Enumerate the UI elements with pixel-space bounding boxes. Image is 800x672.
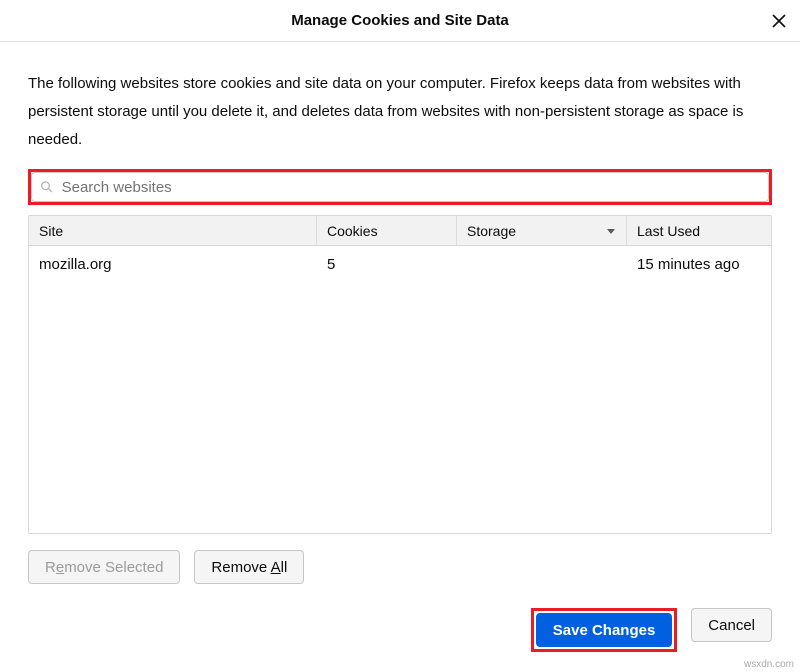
column-header-storage[interactable]: Storage [457, 216, 627, 245]
dialog-content: The following websites store cookies and… [0, 42, 800, 608]
button-label: Cancel [708, 617, 755, 634]
column-header-last-used[interactable]: Last Used [627, 216, 771, 245]
remove-all-button[interactable]: Remove All [194, 550, 304, 584]
cell-site: mozilla.org [29, 246, 317, 282]
button-label: Remove All [211, 559, 287, 576]
sites-table: Site Cookies Storage Last Used mozilla.o… [28, 215, 772, 534]
column-header-label: Last Used [637, 223, 700, 239]
dialog-description: The following websites store cookies and… [28, 70, 772, 153]
cancel-button[interactable]: Cancel [691, 608, 772, 642]
save-changes-button[interactable]: Save Changes [536, 613, 673, 647]
close-icon [771, 13, 787, 29]
cell-cookies: 5 [317, 246, 457, 282]
column-header-label: Site [39, 223, 63, 239]
column-header-cookies[interactable]: Cookies [317, 216, 457, 245]
watermark: wsxdn.com [744, 659, 794, 670]
dialog-titlebar: Manage Cookies and Site Data [0, 0, 800, 42]
search-highlight [28, 169, 772, 205]
footer-right-actions: Save Changes Cancel [0, 608, 800, 672]
search-input[interactable] [60, 178, 760, 197]
column-header-label: Storage [467, 223, 516, 239]
button-label: Save Changes [553, 622, 656, 639]
remove-selected-button[interactable]: Remove Selected [28, 550, 180, 584]
column-header-label: Cookies [327, 223, 378, 239]
column-header-site[interactable]: Site [29, 216, 317, 245]
footer-left-actions: Remove Selected Remove All [28, 550, 772, 584]
close-button[interactable] [766, 8, 792, 34]
sort-indicator-icon [606, 223, 616, 239]
table-header-row: Site Cookies Storage Last Used [29, 216, 771, 246]
button-label: Remove Selected [45, 559, 163, 576]
cell-last-used: 15 minutes ago [627, 246, 771, 282]
search-field[interactable] [31, 172, 769, 202]
table-row[interactable]: mozilla.org 5 15 minutes ago [29, 246, 771, 282]
search-icon [40, 180, 54, 194]
dialog-title: Manage Cookies and Site Data [291, 12, 509, 29]
cell-storage [457, 246, 627, 282]
manage-cookies-dialog: Manage Cookies and Site Data The followi… [0, 0, 800, 672]
save-highlight: Save Changes [531, 608, 678, 652]
